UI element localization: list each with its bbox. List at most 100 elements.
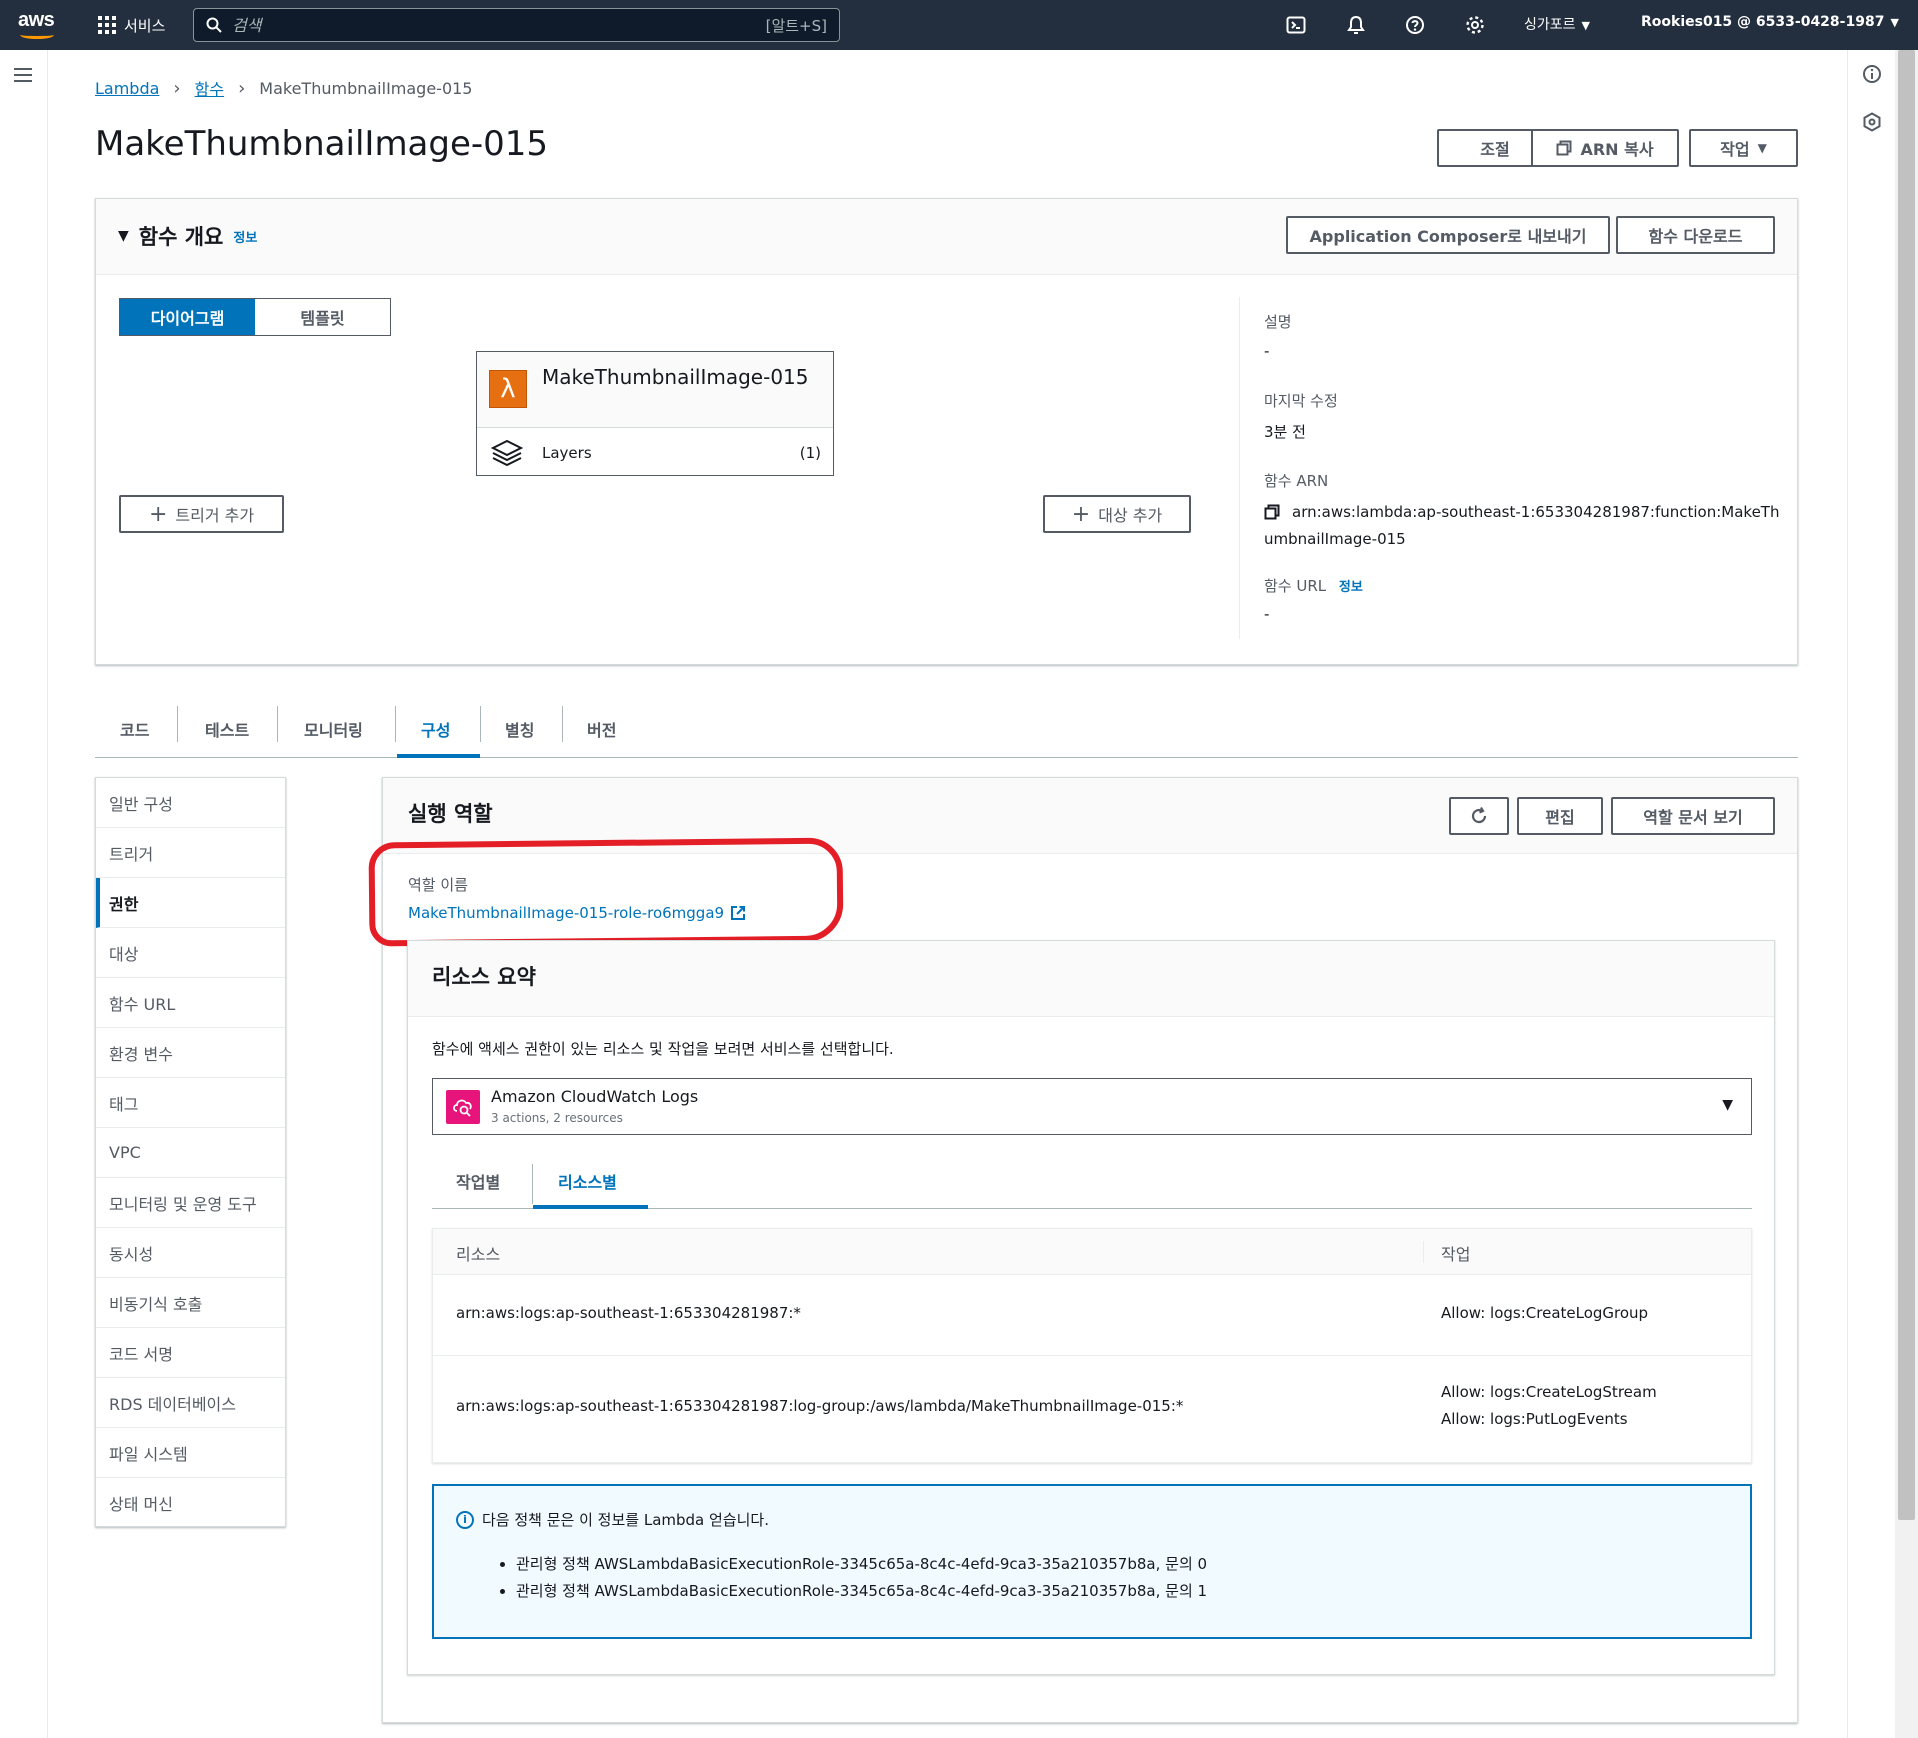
scrollbar-thumb[interactable] — [1898, 50, 1915, 1520]
layers-row[interactable]: Layers (1) — [477, 429, 833, 476]
services-menu-button[interactable]: 서비스 — [98, 13, 165, 37]
resource-subtabs: 작업별 리소스별 — [432, 1156, 1752, 1209]
diagram-toggle-button[interactable]: 다이어그램 — [120, 299, 255, 335]
action-cell: Allow: logs:CreateLogStream — [1441, 1383, 1657, 1401]
service-name: Amazon CloudWatch Logs — [491, 1087, 699, 1106]
overview-divider — [1239, 297, 1240, 639]
actions-dropdown[interactable]: 작업 ▼ — [1689, 129, 1798, 167]
config-menu-item[interactable]: 코드 서명 — [96, 1328, 285, 1378]
config-menu-item[interactable]: 동시성 — [96, 1228, 285, 1278]
view-role-document-button[interactable]: 역할 문서 보기 — [1611, 797, 1775, 835]
add-destination-button[interactable]: + 대상 추가 — [1043, 495, 1191, 533]
action-cell: Allow: logs:PutLogEvents — [1441, 1410, 1628, 1428]
hamburger-icon[interactable] — [14, 68, 32, 86]
resource-summary-header: 리소스 요약 — [408, 941, 1774, 1017]
search-bar[interactable]: [알트+S] — [193, 8, 840, 42]
execution-role-title: 실행 역할 — [408, 802, 493, 826]
tab-aliases[interactable]: 별칭 — [505, 704, 534, 754]
tab-versions[interactable]: 버전 — [587, 704, 616, 754]
info-link[interactable]: 정보 — [233, 227, 257, 246]
subtab-by-resource[interactable]: 리소스별 — [558, 1156, 617, 1206]
function-diagram-card[interactable]: λ MakeThumbnailImage-015 Layers (1) — [476, 351, 834, 476]
description-value: - — [1264, 342, 1270, 360]
red-annotation-highlight — [368, 837, 844, 947]
service-select[interactable]: Amazon CloudWatch Logs 3 actions, 2 reso… — [432, 1078, 1752, 1135]
search-shortcut: [알트+S] — [765, 16, 827, 35]
config-menu-item[interactable]: 모니터링 및 운영 도구 — [96, 1178, 285, 1228]
add-trigger-button[interactable]: + 트리거 추가 — [119, 495, 284, 533]
function-overview-toggle[interactable]: ▼ 함수 개요 정보 — [118, 221, 257, 251]
page-title: MakeThumbnailImage-015 — [95, 124, 549, 164]
account-menu[interactable]: Rookies015 @ 6533-0428-1987 ▼ — [1641, 14, 1899, 30]
refresh-icon — [1471, 806, 1487, 824]
action-cell: Allow: logs:CreateLogGroup — [1441, 1304, 1649, 1322]
refresh-button[interactable] — [1449, 797, 1509, 835]
config-menu-item[interactable]: 대상 — [96, 928, 285, 978]
info-circle-icon[interactable] — [1862, 64, 1882, 84]
template-toggle-button[interactable]: 템플릿 — [255, 299, 390, 335]
resource-cell: arn:aws:logs:ap-southeast-1:653304281987… — [456, 1304, 801, 1322]
breadcrumb-functions[interactable]: 함수 — [195, 76, 224, 100]
export-composer-button[interactable]: Application Composer로 내보내기 — [1286, 216, 1610, 254]
config-menu-item[interactable]: 상태 머신 — [96, 1478, 285, 1528]
config-menu-item[interactable]: 일반 구성 — [96, 778, 285, 828]
last-modified-label: 마지막 수정 — [1264, 392, 1338, 410]
edit-button[interactable]: 편집 — [1517, 797, 1603, 835]
copy-icon[interactable] — [1264, 504, 1280, 520]
config-menu-item[interactable]: RDS 데이터베이스 — [96, 1378, 285, 1428]
policy-list: 관리형 정책 AWSLambdaBasicExecutionRole-3345c… — [516, 1551, 1207, 1605]
breadcrumb-lambda[interactable]: Lambda — [95, 79, 159, 98]
function-tabs: 코드 테스트 모니터링 구성 별칭 버전 — [95, 700, 1798, 758]
search-input[interactable] — [232, 15, 766, 35]
left-rail — [0, 50, 48, 1738]
resource-summary-description: 함수에 액세스 권한이 있는 리소스 및 작업을 보려면 서비스를 선택합니다. — [432, 1040, 894, 1058]
tab-monitoring[interactable]: 모니터링 — [304, 704, 363, 754]
column-header-action: 작업 — [1441, 1245, 1471, 1264]
last-modified-value: 3분 전 — [1264, 423, 1306, 441]
copy-icon — [1556, 140, 1572, 156]
resource-summary-panel: 리소스 요약 함수에 액세스 권한이 있는 리소스 및 작업을 보려면 서비스를… — [407, 940, 1775, 1675]
config-menu-item[interactable]: 함수 URL — [96, 978, 285, 1028]
search-icon — [206, 17, 222, 33]
resource-table: 리소스 작업 arn:aws:logs:ap-southeast-1:65330… — [432, 1228, 1752, 1463]
caret-down-icon: ▼ — [1890, 16, 1899, 29]
top-navigation: aws 서비스 [알트+S] 싱가포르▼ Rookies015 @ 6533-0… — [0, 0, 1918, 50]
table-row: arn:aws:logs:ap-southeast-1:653304281987… — [433, 1356, 1751, 1462]
gear-icon[interactable] — [1463, 13, 1487, 37]
config-menu-item[interactable]: 트리거 — [96, 828, 285, 878]
config-menu-item[interactable]: VPC — [96, 1128, 285, 1178]
cloudshell-icon[interactable] — [1284, 13, 1308, 37]
breadcrumb-current: MakeThumbnailImage-015 — [259, 78, 473, 98]
region-selector[interactable]: 싱가포르 ▼ — [1524, 14, 1590, 34]
config-menu-item[interactable]: 파일 시스템 — [96, 1428, 285, 1478]
config-menu-item[interactable]: 환경 변수 — [96, 1028, 285, 1078]
resource-summary-title: 리소스 요약 — [432, 965, 536, 989]
layers-count: (1) — [799, 444, 821, 462]
plus-icon: + — [148, 501, 168, 527]
caret-down-icon: ▼ — [1722, 1097, 1733, 1113]
page-scrollbar[interactable] — [1895, 50, 1918, 1738]
bell-icon[interactable] — [1344, 13, 1368, 37]
active-tab-indicator — [397, 754, 480, 758]
caret-down-icon: ▼ — [1581, 19, 1590, 32]
help-icon[interactable] — [1403, 13, 1427, 37]
caret-down-icon: ▼ — [1757, 141, 1767, 155]
aws-logo[interactable]: aws — [18, 9, 60, 41]
execution-role-panel: 실행 역할 편집 역할 문서 보기 역할 이름 MakeThumbnailIma… — [368, 777, 1798, 1723]
configuration-menu: 일반 구성 트리거 권한 대상 함수 URL 환경 변수 태그 VPC 모니터링… — [95, 777, 286, 1527]
function-card-name: MakeThumbnailImage-015 — [542, 365, 809, 389]
hexagon-icon[interactable] — [1862, 112, 1882, 132]
download-function-button[interactable]: 함수 다운로드 — [1616, 216, 1775, 254]
subtab-by-action[interactable]: 작업별 — [456, 1156, 500, 1206]
tab-code[interactable]: 코드 — [120, 704, 149, 754]
tab-configuration[interactable]: 구성 — [421, 704, 450, 754]
tab-test[interactable]: 테스트 — [205, 704, 249, 754]
config-menu-item[interactable]: 비동기식 호출 — [96, 1278, 285, 1328]
lambda-icon: λ — [489, 370, 527, 408]
function-url-info-link[interactable]: 정보 — [1339, 580, 1363, 595]
copy-arn-button[interactable]: ARN 복사 — [1531, 129, 1679, 167]
config-menu-item[interactable]: 태그 — [96, 1078, 285, 1128]
function-arn-label: 함수 ARN — [1264, 472, 1329, 490]
config-menu-item-active[interactable]: 권한 — [96, 878, 285, 928]
list-item: 관리형 정책 AWSLambdaBasicExecutionRole-3345c… — [516, 1578, 1207, 1605]
